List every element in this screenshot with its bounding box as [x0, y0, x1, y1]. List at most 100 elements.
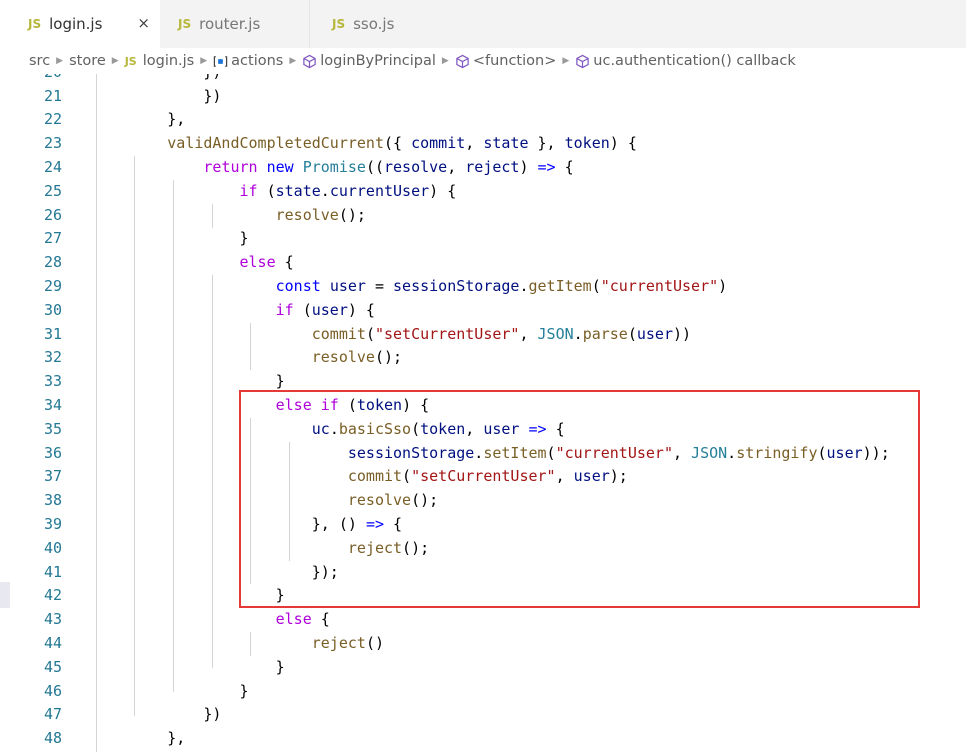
code-text: resolve();	[95, 205, 366, 224]
code-text: if (user) {	[95, 300, 375, 319]
line-number: 48	[43, 729, 62, 748]
code-line: 46 }	[0, 680, 966, 704]
js-file-icon: JS	[178, 17, 192, 31]
breadcrumb-item-file[interactable]: login.js	[143, 53, 195, 69]
code-line: 21 })	[0, 85, 966, 109]
code-line: 32 resolve();	[0, 346, 966, 370]
code-text: }	[95, 229, 249, 248]
line-number: 38	[43, 491, 62, 510]
code-line: 26 resolve();	[0, 204, 966, 228]
chevron-right-icon: ▶	[562, 56, 570, 66]
line-number: 46	[43, 681, 62, 700]
code-text: })	[95, 86, 222, 105]
breadcrumb-item-src[interactable]: src	[29, 53, 50, 69]
code-text: if (state.currentUser) {	[95, 181, 457, 200]
code-text: }	[95, 657, 285, 676]
breadcrumb-item-actions[interactable]: actions	[231, 53, 283, 69]
breadcrumb: src ▶ store ▶ JS login.js ▶ actions ▶ lo…	[0, 48, 966, 74]
code-text: })	[95, 74, 221, 85]
line-number: 26	[43, 205, 62, 224]
line-number: 23	[43, 134, 62, 153]
line-number: 39	[43, 514, 62, 533]
tab-login-js[interactable]: JS login.js ×	[0, 0, 160, 48]
line-number: 40	[43, 538, 62, 557]
code-line: 28 else {	[0, 251, 966, 275]
breadcrumb-item-store[interactable]: store	[69, 53, 106, 69]
chevron-right-icon: ▶	[111, 56, 119, 66]
tab-router-js[interactable]: JS router.js	[160, 0, 310, 48]
code-text: const user = sessionStorage.getItem("cur…	[275, 276, 728, 295]
code-line: 29 const user = sessionStorage.getItem("…	[0, 275, 966, 299]
line-number: 42	[43, 586, 62, 605]
line-number: 43	[43, 610, 62, 629]
indent-guide	[173, 180, 174, 692]
breadcrumb-item-loginbyprincipal[interactable]: loginByPrincipal	[320, 53, 436, 69]
code-text: reject()	[95, 633, 384, 652]
line-number: 21	[43, 86, 62, 105]
cube-icon	[456, 54, 469, 68]
line-number: 34	[43, 395, 62, 414]
chevron-right-icon: ▶	[200, 56, 208, 66]
code-line: 47 })	[0, 703, 966, 727]
js-file-icon: JS	[332, 17, 346, 31]
code-text: else {	[95, 253, 294, 272]
line-number: 27	[43, 229, 62, 248]
line-number: 25	[43, 181, 62, 200]
line-number: 47	[43, 705, 62, 724]
code-line: 27 }	[0, 227, 966, 251]
indent-guide	[212, 204, 213, 228]
line-number: 36	[43, 443, 62, 462]
code-line: 43 else {	[0, 608, 966, 632]
line-number: 31	[43, 324, 62, 343]
code-text: resolve();	[95, 348, 403, 367]
close-icon[interactable]: ×	[137, 14, 150, 32]
indent-guide	[250, 632, 251, 656]
indent-guide	[212, 275, 213, 668]
breadcrumb-item-callback[interactable]: uc.authentication() callback	[593, 53, 795, 69]
code-text: })	[95, 705, 222, 724]
code-line: 24 return new Promise((resolve, reject) …	[0, 156, 966, 180]
line-number: 37	[43, 467, 62, 486]
tab-label: router.js	[199, 15, 261, 33]
chevron-right-icon: ▶	[56, 56, 64, 66]
code-line: 30 if (user) {	[0, 299, 966, 323]
tab-bar: JS login.js × JS router.js JS sso.js	[0, 0, 966, 48]
module-icon	[213, 55, 228, 67]
code-line: 31 commit("setCurrentUser", JSON.parse(u…	[0, 323, 966, 347]
code-line: 23 validAndCompletedCurrent({ commit, st…	[0, 132, 966, 156]
highlight-box	[239, 390, 920, 608]
tab-label: login.js	[49, 15, 103, 33]
line-number: 30	[43, 300, 62, 319]
line-number: 45	[43, 657, 62, 676]
cube-icon	[576, 54, 590, 68]
chevron-right-icon: ▶	[289, 56, 297, 66]
line-number: 33	[43, 372, 62, 391]
line-number: 29	[43, 276, 62, 295]
code-text: validAndCompletedCurrent({ commit, state…	[95, 134, 637, 153]
line-number: 20	[0, 74, 62, 85]
code-line: 20 })	[0, 74, 966, 85]
indent-guide	[250, 323, 251, 370]
js-file-icon: JS	[28, 17, 42, 31]
line-number: 24	[43, 157, 62, 176]
tab-sso-js[interactable]: JS sso.js	[310, 0, 458, 48]
code-line: 48 },	[0, 727, 966, 751]
js-file-icon: JS	[124, 54, 137, 68]
cube-icon	[303, 54, 316, 68]
indent-guide	[96, 74, 97, 752]
code-text: }	[95, 681, 249, 700]
chevron-right-icon: ▶	[441, 56, 449, 66]
indent-guide	[134, 156, 135, 716]
code-text: },	[95, 729, 186, 748]
tab-label: sso.js	[353, 15, 395, 33]
code-line: 25 if (state.currentUser) {	[0, 180, 966, 204]
line-number: 35	[43, 419, 62, 438]
code-line: 22 },	[0, 108, 966, 132]
code-line: 45 }	[0, 656, 966, 680]
line-number: 41	[43, 562, 62, 581]
breadcrumb-item-function[interactable]: <function>	[473, 53, 557, 69]
line-number: 22	[43, 110, 62, 129]
code-line: 44 reject()	[0, 632, 966, 656]
line-number: 32	[43, 348, 62, 367]
line-number: 44	[43, 633, 62, 652]
